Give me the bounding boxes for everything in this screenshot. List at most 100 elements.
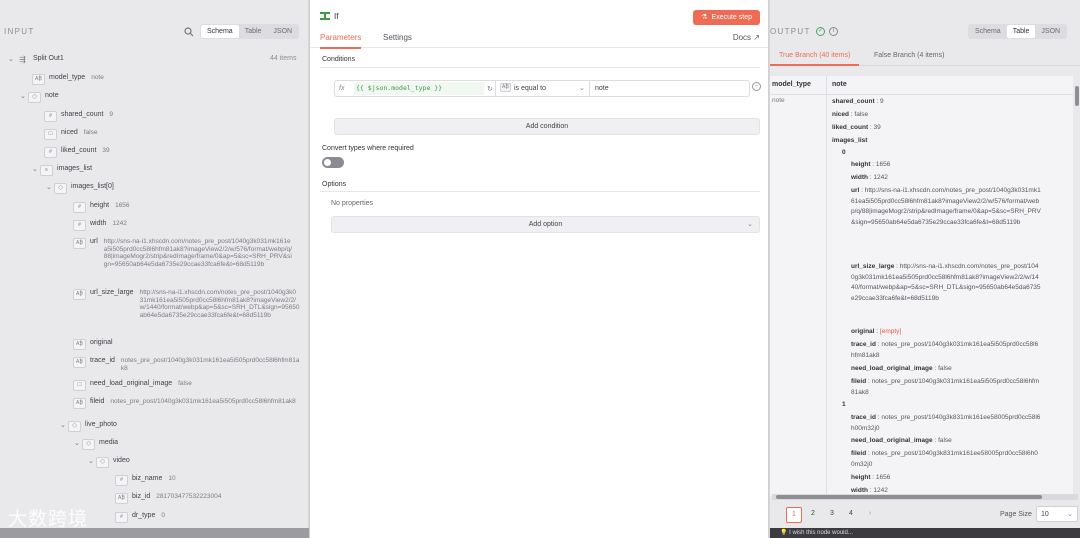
input-header: INPUT Schema Table JSON bbox=[0, 24, 308, 40]
out-key: niced bbox=[832, 111, 849, 118]
out-line: need_load_original_image : false bbox=[851, 365, 952, 372]
chevron-down-icon: ⌄ bbox=[579, 85, 585, 92]
node-title: If bbox=[334, 12, 339, 21]
modal-header: If ⚗ Execute step bbox=[310, 0, 768, 30]
field-key: need_load_original_image bbox=[90, 380, 173, 387]
add-option-button[interactable]: Add option ⌄ bbox=[331, 216, 760, 233]
out-value: false bbox=[938, 437, 952, 444]
field-row[interactable]: # width 1242 bbox=[73, 220, 127, 231]
field-row[interactable]: ⌄ ≡ images_list bbox=[32, 165, 98, 176]
out-line: original : [empty] bbox=[851, 328, 902, 335]
scrollbar-thumb[interactable] bbox=[776, 495, 1042, 499]
chevron-down-icon[interactable]: ⌄ bbox=[60, 421, 68, 429]
field-row[interactable]: A₿ biz_id 281703477532223004 bbox=[115, 493, 221, 504]
field-row[interactable]: A₿ url_size_large http://sns-na-i1.xhscd… bbox=[73, 289, 303, 319]
output-tab-json[interactable]: JSON bbox=[1035, 25, 1066, 38]
object-type-icon: ⬡ bbox=[68, 421, 81, 432]
tree-root[interactable]: ⌄ ⇶ Split Out1 bbox=[8, 55, 70, 66]
chevron-down-icon: ⌄ bbox=[747, 221, 753, 228]
docs-link[interactable]: Docs ↗ bbox=[733, 33, 760, 42]
field-row[interactable]: ⌄ ⬡ note bbox=[20, 92, 65, 103]
field-row[interactable]: # height 1656 bbox=[73, 202, 130, 213]
chevron-down-icon[interactable]: ⌄ bbox=[88, 457, 96, 465]
out-line: images_list bbox=[832, 136, 867, 147]
out-value: 1242 bbox=[873, 174, 888, 181]
field-value: notes_pre_post/1040g3k031mk161ea5i505prd… bbox=[120, 357, 300, 372]
tab-parameters[interactable]: Parameters bbox=[320, 33, 362, 49]
output-tab-table[interactable]: Table bbox=[1006, 25, 1036, 38]
tab-settings[interactable]: Settings bbox=[383, 33, 412, 47]
input-tab-schema[interactable]: Schema bbox=[201, 25, 239, 38]
chat-hint-text: I wish this node would... bbox=[789, 530, 853, 536]
field-value: false bbox=[178, 380, 192, 387]
check-circle-icon: ✓ bbox=[816, 27, 825, 36]
field-row[interactable]: A₿ trace_id notes_pre_post/1040g3k031mk1… bbox=[73, 357, 303, 372]
page-button[interactable]: 3 bbox=[824, 507, 840, 523]
remove-condition-icon[interactable]: – bbox=[752, 82, 761, 91]
field-key: height bbox=[90, 202, 110, 209]
horizontal-scrollbar[interactable] bbox=[772, 494, 1078, 500]
input-view-toggle: Schema Table JSON bbox=[200, 24, 300, 39]
boolean-type-icon: ☐ bbox=[44, 129, 57, 140]
out-line: 0 bbox=[842, 148, 846, 159]
chevron-down-icon[interactable]: ⌄ bbox=[8, 55, 16, 63]
input-tab-json[interactable]: JSON bbox=[267, 25, 298, 38]
out-line: url_size_large : http://sns-na-i1.xhscdn… bbox=[851, 263, 1041, 302]
boolean-type-icon: ☐ bbox=[73, 380, 86, 391]
field-row[interactable]: ⌄ ⬡ live_photo bbox=[60, 421, 123, 432]
vertical-scrollbar[interactable] bbox=[1075, 86, 1079, 106]
chevron-down-icon[interactable]: ⌄ bbox=[32, 165, 40, 173]
condition-right-value[interactable]: note bbox=[589, 81, 749, 96]
string-type-icon: A₿ bbox=[73, 339, 86, 350]
chevron-down-icon[interactable]: ⌄ bbox=[20, 92, 28, 100]
output-title: OUTPUT bbox=[770, 27, 811, 36]
field-row[interactable]: # dr_type 0 bbox=[115, 512, 165, 523]
field-value: 0 bbox=[161, 512, 165, 519]
out-key: trace_id bbox=[851, 341, 876, 348]
field-row[interactable]: # liked_count 39 bbox=[44, 147, 110, 158]
object-type-icon: ⬡ bbox=[82, 439, 95, 450]
chevron-down-icon[interactable]: ⌄ bbox=[74, 439, 82, 447]
input-tab-table[interactable]: Table bbox=[239, 25, 268, 38]
chat-hint-bar[interactable]: 💡 I wish this node would... bbox=[770, 528, 1080, 538]
field-row[interactable]: # biz_name 10 bbox=[115, 475, 176, 486]
output-tab-schema[interactable]: Schema bbox=[969, 25, 1007, 38]
output-table: model_type note note shared_count : 9 ni… bbox=[770, 76, 1073, 496]
number-type-icon: # bbox=[115, 512, 128, 523]
field-row[interactable]: A₿ fileid notes_pre_post/1040g3k031mk161… bbox=[73, 398, 303, 409]
field-row[interactable]: ☐ niced false bbox=[44, 129, 97, 140]
page-button[interactable]: 4 bbox=[843, 507, 859, 523]
field-row[interactable]: ⌄ ⬡ images_list[0] bbox=[46, 183, 120, 194]
out-key: fileid bbox=[851, 450, 867, 457]
field-key: shared_count bbox=[61, 111, 104, 118]
field-key: dr_type bbox=[132, 512, 156, 519]
tab-true-branch[interactable]: True Branch (40 items) bbox=[770, 52, 860, 66]
convert-types-toggle[interactable] bbox=[322, 157, 344, 168]
chevron-right-icon[interactable]: › bbox=[862, 507, 878, 523]
out-key: fileid bbox=[851, 378, 867, 385]
field-row[interactable]: ⌄ ⬡ video bbox=[88, 457, 136, 468]
tab-false-branch[interactable]: False Branch (4 items) bbox=[865, 52, 953, 64]
field-row[interactable]: ⌄ ⬡ media bbox=[74, 439, 124, 450]
field-row[interactable]: # shared_count 9 bbox=[44, 111, 113, 122]
condition-left-value[interactable]: {{ $json.model_type }} bbox=[354, 82, 484, 95]
operator-select[interactable]: A₿ is equal to ⌄ bbox=[495, 81, 589, 96]
options-title: Options bbox=[322, 181, 347, 188]
page-size-select[interactable]: 10 ⌄ bbox=[1036, 506, 1078, 522]
out-value: 9 bbox=[880, 98, 884, 105]
add-condition-button[interactable]: Add condition bbox=[334, 118, 760, 135]
page-button[interactable]: 2 bbox=[805, 507, 821, 523]
execute-step-button[interactable]: ⚗ Execute step bbox=[693, 10, 760, 25]
field-row[interactable]: A₿ model_type note bbox=[32, 74, 104, 85]
info-icon[interactable]: i bbox=[829, 27, 838, 36]
field-value: 39 bbox=[102, 147, 110, 154]
field-row[interactable]: A₿ url http://sns-na-i1.xhscdn.com/notes… bbox=[73, 238, 303, 268]
search-icon[interactable] bbox=[184, 27, 194, 37]
page-button[interactable]: 1 bbox=[786, 507, 802, 523]
field-key: url_size_large bbox=[90, 289, 134, 296]
string-type-icon: A₿ bbox=[32, 74, 45, 85]
refresh-icon[interactable]: ↻ bbox=[487, 85, 495, 93]
field-row[interactable]: ☐ need_load_original_image false bbox=[73, 380, 192, 391]
field-row[interactable]: A₿ original bbox=[73, 339, 119, 350]
chevron-down-icon[interactable]: ⌄ bbox=[46, 183, 54, 191]
